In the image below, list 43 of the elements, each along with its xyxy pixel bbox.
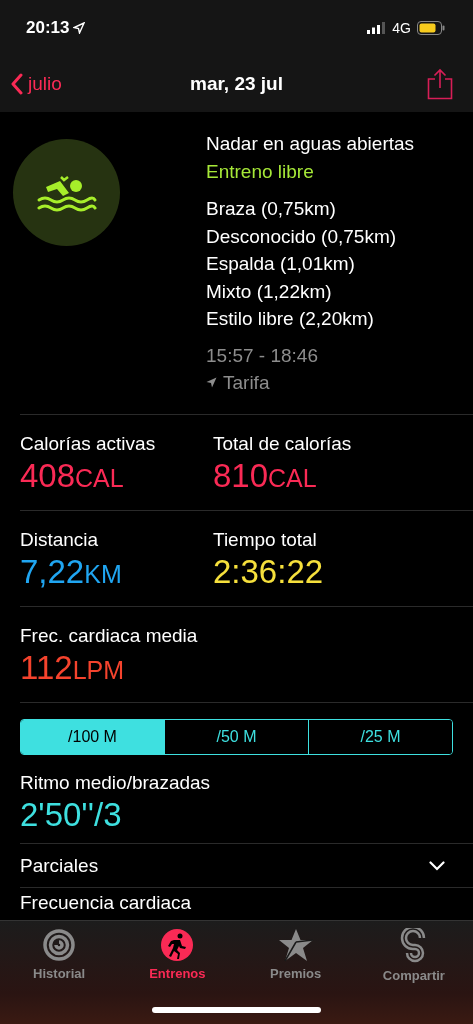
status-time: 20:13 [26, 18, 70, 38]
workout-name: Nadar en aguas abiertas [206, 132, 415, 156]
section-header[interactable]: Parciales [20, 844, 473, 888]
signal-icon [367, 22, 387, 34]
runner-icon [160, 928, 195, 962]
section-header[interactable]: Frecuencia cardiaca [20, 888, 473, 914]
stroke-distance: Mixto (1,22km) [206, 279, 333, 304]
tab-button[interactable]: Historial [0, 928, 119, 983]
back-chevron-icon [10, 73, 24, 95]
share-icon[interactable] [427, 68, 453, 100]
pace-value: 2'50''/3 [20, 795, 123, 835]
stroke-distance: Estilo libre (2,20km) [206, 307, 375, 331]
metric-value: 7,22KM [20, 552, 123, 592]
segment-tab[interactable]: /100 M [21, 720, 164, 754]
loop-icon [399, 928, 428, 964]
stroke-distance: Espalda (1,01km) [206, 252, 356, 276]
metric-value: 2:36:22 [213, 552, 325, 592]
metric-label: Distancia [20, 528, 100, 552]
star-icon [277, 928, 314, 962]
metric-value: 112LPM [20, 648, 126, 688]
tab-button[interactable]: Entrenos [118, 928, 237, 983]
metric-value: 408CAL [20, 456, 125, 496]
rings-icon [42, 928, 77, 962]
back-button[interactable]: julio [10, 73, 62, 95]
location-arrow-icon [206, 376, 217, 388]
time-range: 15:57 - 18:46 [206, 343, 319, 368]
segment-tab[interactable]: /25 M [308, 720, 452, 754]
stroke-distance: Desconocido (0,75km) [206, 224, 398, 249]
nav-title: mar, 23 jul [190, 73, 283, 94]
pace-label: Ritmo medio/brazadas [20, 771, 212, 795]
metric-label: Tiempo total [213, 528, 318, 552]
metric-label: Total de calorías [213, 432, 353, 456]
battery-icon [417, 21, 445, 35]
location-arrow-icon [73, 22, 86, 34]
workout-type: Entreno libre [206, 159, 315, 184]
metric-label: Frec. cardiaca media [20, 624, 199, 648]
metric-label: Calorías activas [20, 432, 157, 456]
network-type: 4G [392, 20, 411, 36]
location-name: Tarifa [223, 370, 270, 395]
metric-value: 810CAL [213, 456, 318, 496]
stroke-distance: Braza (0,75km) [206, 197, 337, 221]
tab-button[interactable]: Compartir [354, 928, 473, 983]
tab-button[interactable]: Premios [236, 928, 355, 983]
